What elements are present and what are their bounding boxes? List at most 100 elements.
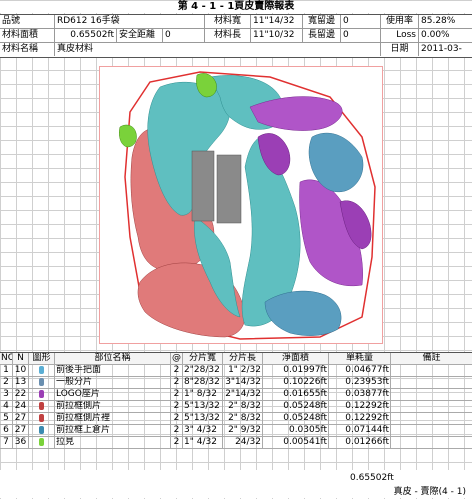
cell-n: 22 — [12, 389, 28, 400]
cell-l: 3"14/32 — [222, 377, 262, 388]
cell-l: 2"14/32 — [222, 389, 262, 400]
piece-steelblue-bottom — [264, 290, 342, 336]
parts-table-header: NO N 圖形 部位名稱 @ 分片寬 分片長 淨面積 單耗量 備註 — [0, 353, 472, 365]
value-length-margin: 0 — [340, 29, 380, 42]
cell-at: 2 — [170, 389, 182, 400]
report-footer: 0.65502ft 真皮 - 賣際(4 - 1) — [0, 470, 472, 498]
label-loss: Loss — [380, 29, 418, 42]
table-row: 3 22 LOGO座片 2 1" 8/32 2"14/32 0.01655ft 0.03877… — [0, 389, 472, 401]
value-loss: 0.00% — [418, 29, 472, 42]
cell-no: 2 — [3, 377, 9, 387]
header-n: N — [12, 353, 28, 364]
cell-l: 2" 8/32 — [222, 401, 262, 412]
cell-name: LOGO座片 — [54, 389, 170, 400]
value-material-width: 11"14/32 — [250, 15, 302, 28]
cell-note — [390, 437, 472, 448]
cell-no: 3 — [3, 389, 9, 399]
cell-waste: 0.04677ft — [328, 365, 390, 376]
panel-icon — [28, 377, 54, 388]
cell-name: 前拉框側片裡 — [54, 413, 170, 424]
side-icon — [28, 401, 54, 412]
cell-w: 1" 8/32 — [182, 389, 222, 400]
top-icon — [28, 425, 54, 436]
label-material-name: 材料名稱 — [2, 44, 39, 54]
side-lining-icon — [28, 413, 54, 424]
header-consumption: 單耗量 — [328, 353, 390, 364]
cell-note — [390, 401, 472, 412]
cell-waste: 0.07144ft — [328, 425, 390, 436]
value-material-length: 11"10/32 — [250, 29, 302, 42]
cell-name: 前拉框側片 — [54, 401, 170, 412]
piece-gray-left — [191, 150, 215, 222]
cell-name: 拉見 — [54, 437, 170, 448]
cell-n: 27 — [12, 425, 28, 436]
nesting-layout-panel — [99, 66, 383, 344]
cell-note — [390, 413, 472, 424]
cell-name: 前後手把面 — [54, 365, 170, 376]
cell-waste: 0.01266ft — [328, 437, 390, 448]
cell-at: 2 — [170, 425, 182, 436]
label-width-margin: 寬留邊 — [302, 15, 340, 28]
cell-note — [390, 365, 472, 376]
total-area: 0.65502ft — [350, 473, 394, 483]
cell-w: 1" 4/32 — [182, 437, 222, 448]
header-net-area: 淨面積 — [262, 353, 328, 364]
cell-w: 8"28/32 — [182, 377, 222, 388]
label-usage-rate: 使用率 — [380, 15, 418, 28]
cell-at: 2 — [170, 377, 182, 388]
label-material-width: 材料寬 — [204, 15, 250, 28]
cell-name: 前拉框上倉片 — [54, 425, 170, 436]
cell-at: 2 — [170, 413, 182, 424]
cell-n: 10 — [12, 365, 28, 376]
cell-at: 2 — [170, 365, 182, 376]
cell-waste: 0.03877ft — [328, 389, 390, 400]
tab-icon — [28, 437, 54, 448]
cell-l: 2" 8/32 — [222, 413, 262, 424]
value-material-area: 0.65502ft — [54, 29, 116, 42]
cell-n: 27 — [12, 413, 28, 424]
cell-net: 0.10226ft — [262, 377, 328, 388]
parts-table: NO N 圖形 部位名稱 @ 分片寬 分片長 淨面積 單耗量 備註 1 10 前後手… — [0, 352, 472, 449]
table-row: 4 24 前拉框側片 2 5"13/32 2" 8/32 0.05248ft 0.12292f… — [0, 401, 472, 413]
cell-at: 2 — [170, 401, 182, 412]
header-name: 部位名稱 — [54, 353, 170, 364]
cell-waste: 0.12292ft — [328, 401, 390, 412]
cell-l: 24/32 — [222, 437, 262, 448]
cell-w: 5"13/32 — [182, 413, 222, 424]
value-part-number: RD612 16手袋 — [54, 15, 204, 28]
label-part-number: 品號 — [2, 16, 21, 26]
header-at: @ — [170, 353, 181, 364]
label-material-area: 材料面積 — [2, 30, 39, 40]
value-material-name: 真皮材料 — [54, 43, 380, 56]
cell-l: 2" 9/32 — [222, 425, 262, 436]
cell-n: 13 — [12, 377, 28, 388]
table-row: 6 27 前拉框上倉片 2 3" 4/32 2" 9/32 0.0305ft 0.07144f… — [0, 425, 472, 437]
cell-n: 24 — [12, 401, 28, 412]
cell-net: 0.05248ft — [262, 413, 328, 424]
piece-green-left — [119, 124, 137, 148]
info-row-1: 品號 RD612 16手袋 材料寬 11"14/32 寬留邊 0 使用率 85.… — [0, 15, 472, 29]
header-width: 分片寬 — [182, 353, 222, 364]
cell-note — [390, 389, 472, 400]
cell-name: 一般分片 — [54, 377, 170, 388]
info-row-3: 材料名稱 真皮材料 日期 2011-03-04 — [0, 43, 472, 56]
value-date: 2011-03-04 — [418, 43, 472, 56]
logo-icon — [28, 389, 54, 400]
value-width-margin: 0 — [340, 15, 380, 28]
table-row: 7 36 拉見 2 1" 4/32 24/32 0.00541ft 0.01266ft — [0, 437, 472, 449]
report-title: 第 4 - 1 - 1頁皮賣際報表 — [0, 1, 472, 13]
strap-icon — [28, 365, 54, 376]
piece-gray-right — [216, 154, 242, 224]
cell-n: 36 — [12, 437, 28, 448]
cell-no: 1 — [3, 365, 9, 375]
cell-w: 3" 4/32 — [182, 425, 222, 436]
cell-l: 1" 2/32 — [222, 365, 262, 376]
header-note: 備註 — [390, 353, 472, 364]
cell-net: 0.01997ft — [262, 365, 328, 376]
info-row-2: 材料面積 0.65502ft 安全距離 0 材料長 11"10/32 長留邊 0… — [0, 29, 472, 43]
cell-no: 4 — [3, 401, 9, 411]
cell-waste: 0.12292ft — [328, 413, 390, 424]
label-date: 日期 — [380, 43, 418, 56]
footer-label: 真皮 - 賣際(4 - 1) — [393, 487, 466, 497]
header-length: 分片長 — [222, 353, 262, 364]
